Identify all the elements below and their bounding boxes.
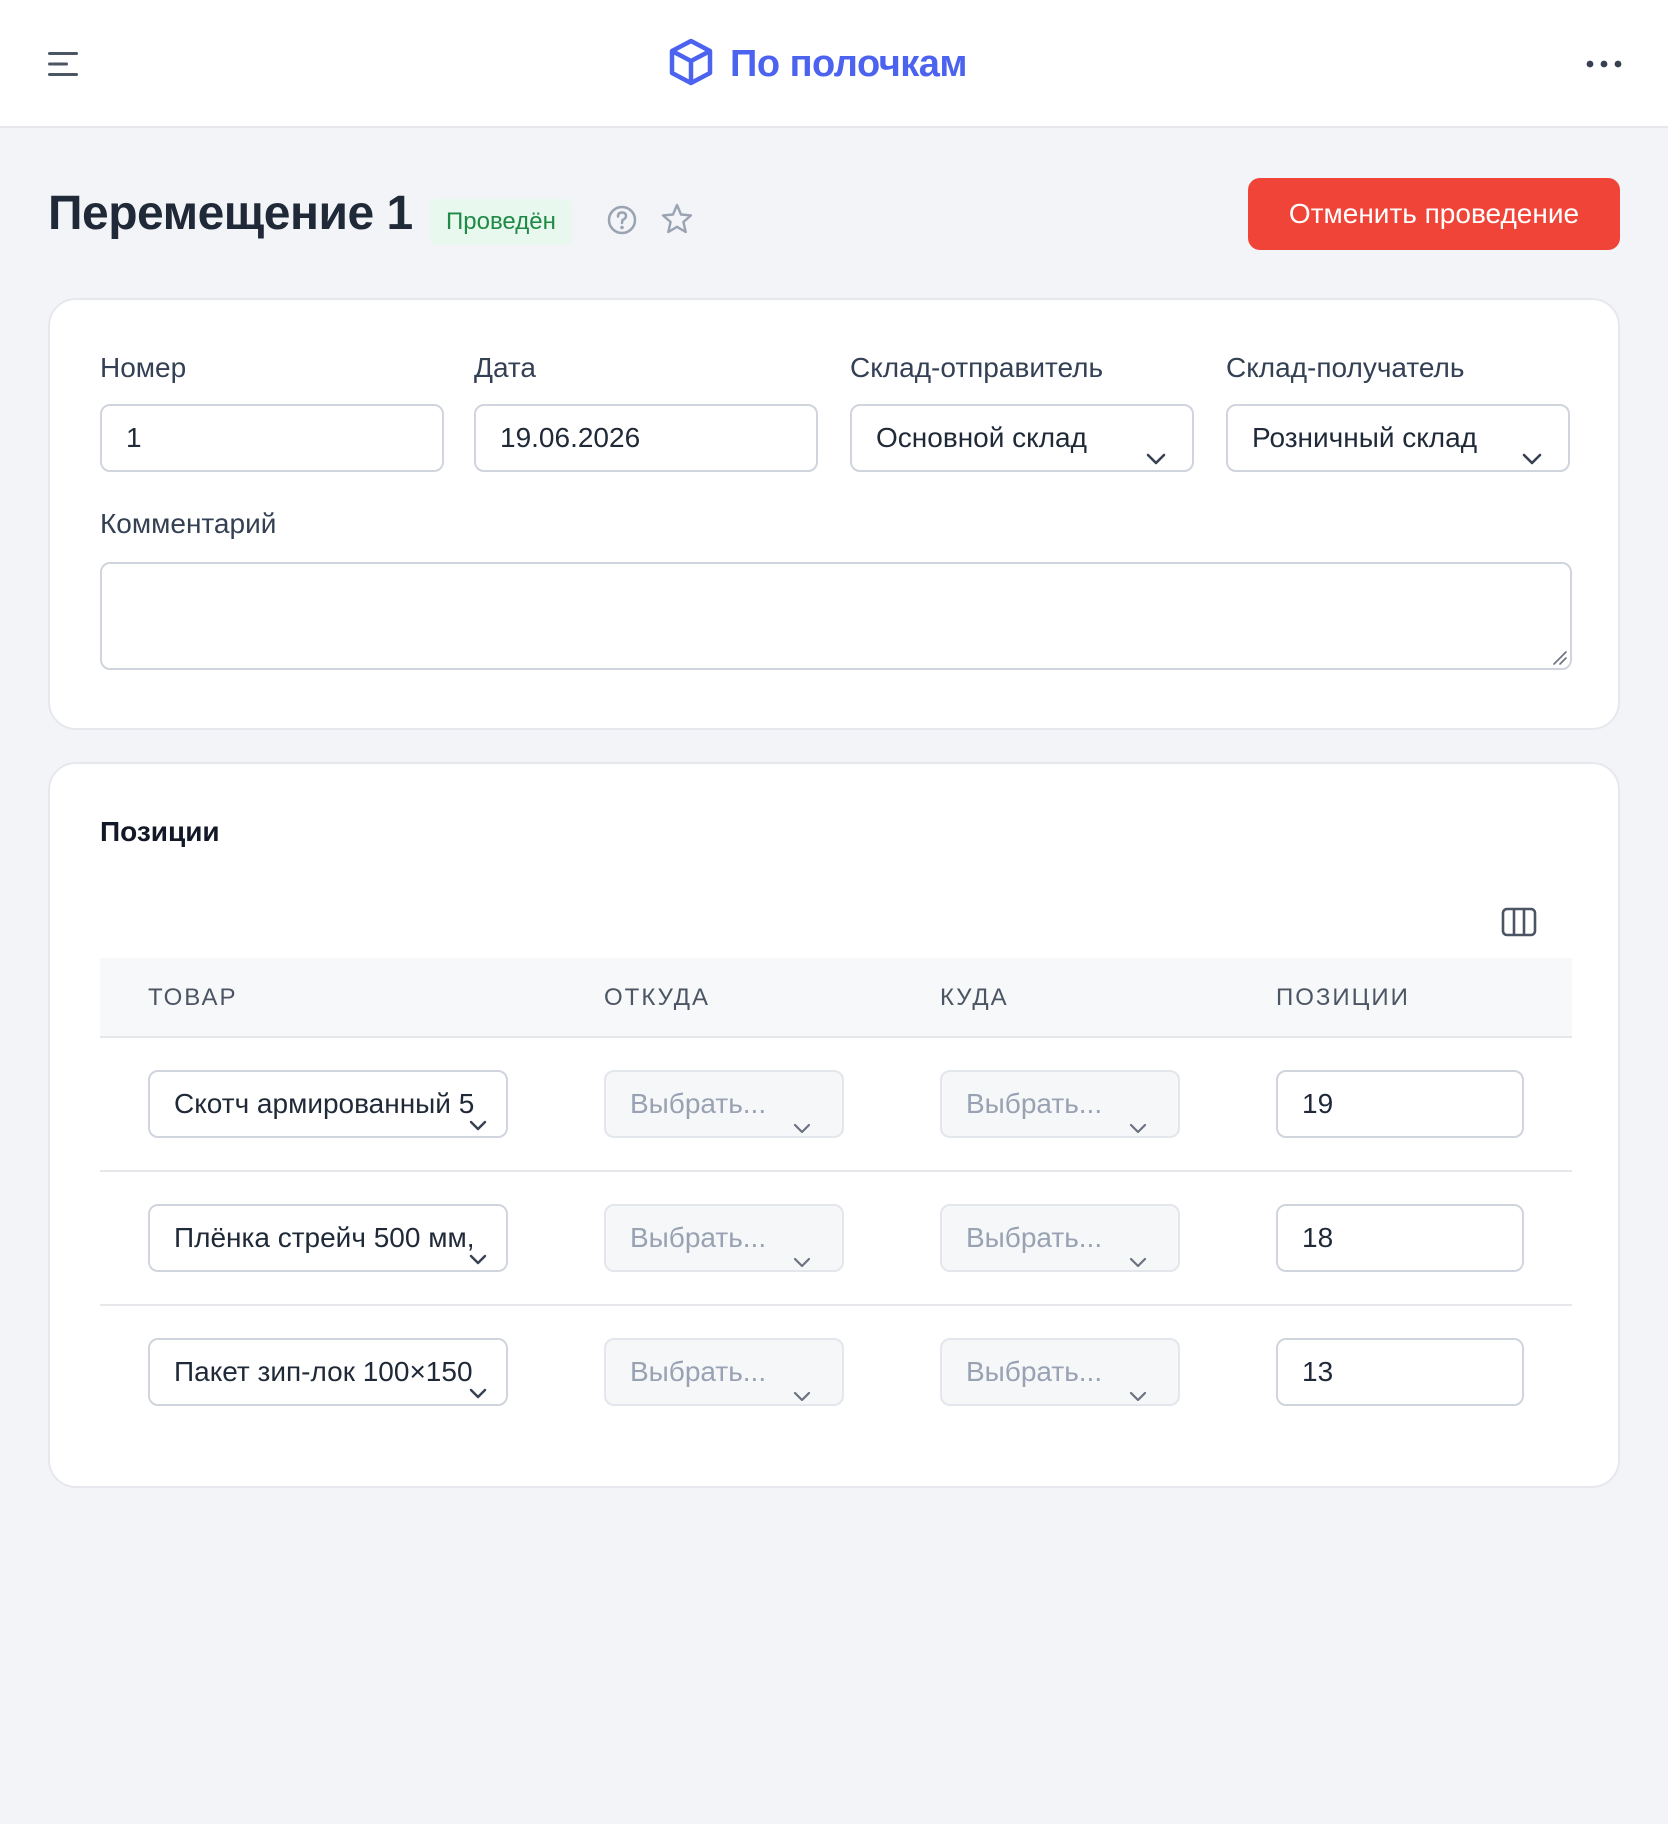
- chevron-down-icon: [792, 1096, 812, 1134]
- cancel-posting-button[interactable]: Отменить проведение: [1248, 178, 1620, 250]
- from-select[interactable]: Выбрать...: [604, 1338, 844, 1406]
- top-bar: По полочкам: [0, 0, 1668, 128]
- quantity-input[interactable]: 19: [1276, 1070, 1524, 1138]
- positions-card: Позиции ТОВАР ОТКУДА КУДА ПОЗИЦИИ Скотч …: [48, 762, 1620, 1488]
- to-placeholder: Выбрать...: [966, 1222, 1103, 1253]
- product-value: Пакет зип-лок 100×150: [174, 1356, 473, 1387]
- column-header-to: КУДА: [940, 984, 1009, 1011]
- quantity-input[interactable]: 13: [1276, 1338, 1524, 1406]
- product-select[interactable]: Пакет зип-лок 100×150: [148, 1338, 508, 1406]
- hamburger-menu-icon[interactable]: [46, 48, 82, 80]
- page-title: Перемещение 1: [48, 187, 413, 240]
- column-header-quantity: ПОЗИЦИИ: [1276, 984, 1410, 1011]
- from-placeholder: Выбрать...: [630, 1222, 767, 1253]
- table-row: Плёнка стрейч 500 мм, Выбрать... Выбрать…: [100, 1172, 1572, 1306]
- table-row: Пакет зип-лок 100×150 Выбрать... Выбрать…: [100, 1306, 1572, 1440]
- star-icon[interactable]: [660, 202, 694, 236]
- column-header-product: ТОВАР: [148, 984, 238, 1011]
- from-select[interactable]: Выбрать...: [604, 1204, 844, 1272]
- chevron-down-icon: [792, 1230, 812, 1268]
- chevron-down-icon: [792, 1364, 812, 1402]
- sender-warehouse-value: Основной склад: [876, 422, 1087, 453]
- product-value: Плёнка стрейч 500 мм,: [174, 1222, 475, 1253]
- product-value: Скотч армированный 5: [174, 1088, 475, 1119]
- from-placeholder: Выбрать...: [630, 1088, 767, 1119]
- chevron-down-icon: [1128, 1096, 1148, 1134]
- to-select[interactable]: Выбрать...: [940, 1070, 1180, 1138]
- receiver-warehouse-value: Розничный склад: [1252, 422, 1478, 453]
- from-select[interactable]: Выбрать...: [604, 1070, 844, 1138]
- document-details-card: Номер 1 Дата 19.06.2026 Склад-отправител…: [48, 298, 1620, 730]
- resize-handle-icon[interactable]: [1550, 648, 1568, 666]
- number-label: Номер: [100, 352, 187, 383]
- to-placeholder: Выбрать...: [966, 1088, 1103, 1119]
- table-row: Скотч армированный 5 Выбрать... Выбрать.…: [100, 1038, 1572, 1172]
- receiver-warehouse-label: Склад-получатель: [1226, 352, 1465, 383]
- brand-logo[interactable]: По полочкам: [666, 37, 968, 92]
- comment-label: Комментарий: [100, 508, 277, 539]
- help-circle-icon[interactable]: [606, 204, 638, 236]
- to-placeholder: Выбрать...: [966, 1356, 1103, 1387]
- date-label: Дата: [474, 352, 537, 383]
- sender-warehouse-label: Склад-отправитель: [850, 352, 1104, 383]
- chevron-down-icon: [466, 1228, 490, 1265]
- status-badge: Проведён: [430, 199, 572, 245]
- chevron-down-icon: [1520, 428, 1544, 465]
- number-input[interactable]: 1: [100, 404, 444, 472]
- chevron-down-icon: [466, 1094, 490, 1131]
- to-select[interactable]: Выбрать...: [940, 1338, 1180, 1406]
- comment-textarea[interactable]: [100, 562, 1572, 670]
- column-header-from: ОТКУДА: [604, 984, 711, 1011]
- sender-warehouse-select[interactable]: Основной склад: [850, 404, 1194, 472]
- to-select[interactable]: Выбрать...: [940, 1204, 1180, 1272]
- columns-icon[interactable]: [1500, 904, 1538, 940]
- quantity-input[interactable]: 18: [1276, 1204, 1524, 1272]
- from-placeholder: Выбрать...: [630, 1356, 767, 1387]
- chevron-down-icon: [466, 1362, 490, 1399]
- table-header: ТОВАР ОТКУДА КУДА ПОЗИЦИИ: [100, 958, 1572, 1038]
- chevron-down-icon: [1128, 1364, 1148, 1402]
- more-horizontal-icon[interactable]: [1584, 52, 1624, 76]
- product-select[interactable]: Скотч армированный 5: [148, 1070, 508, 1138]
- box-logo-icon: [666, 37, 716, 92]
- date-input[interactable]: 19.06.2026: [474, 404, 818, 472]
- brand-name: По полочкам: [730, 42, 968, 85]
- positions-section-title: Позиции: [100, 816, 220, 847]
- receiver-warehouse-select[interactable]: Розничный склад: [1226, 404, 1570, 472]
- product-select[interactable]: Плёнка стрейч 500 мм,: [148, 1204, 508, 1272]
- chevron-down-icon: [1144, 428, 1168, 465]
- chevron-down-icon: [1128, 1230, 1148, 1268]
